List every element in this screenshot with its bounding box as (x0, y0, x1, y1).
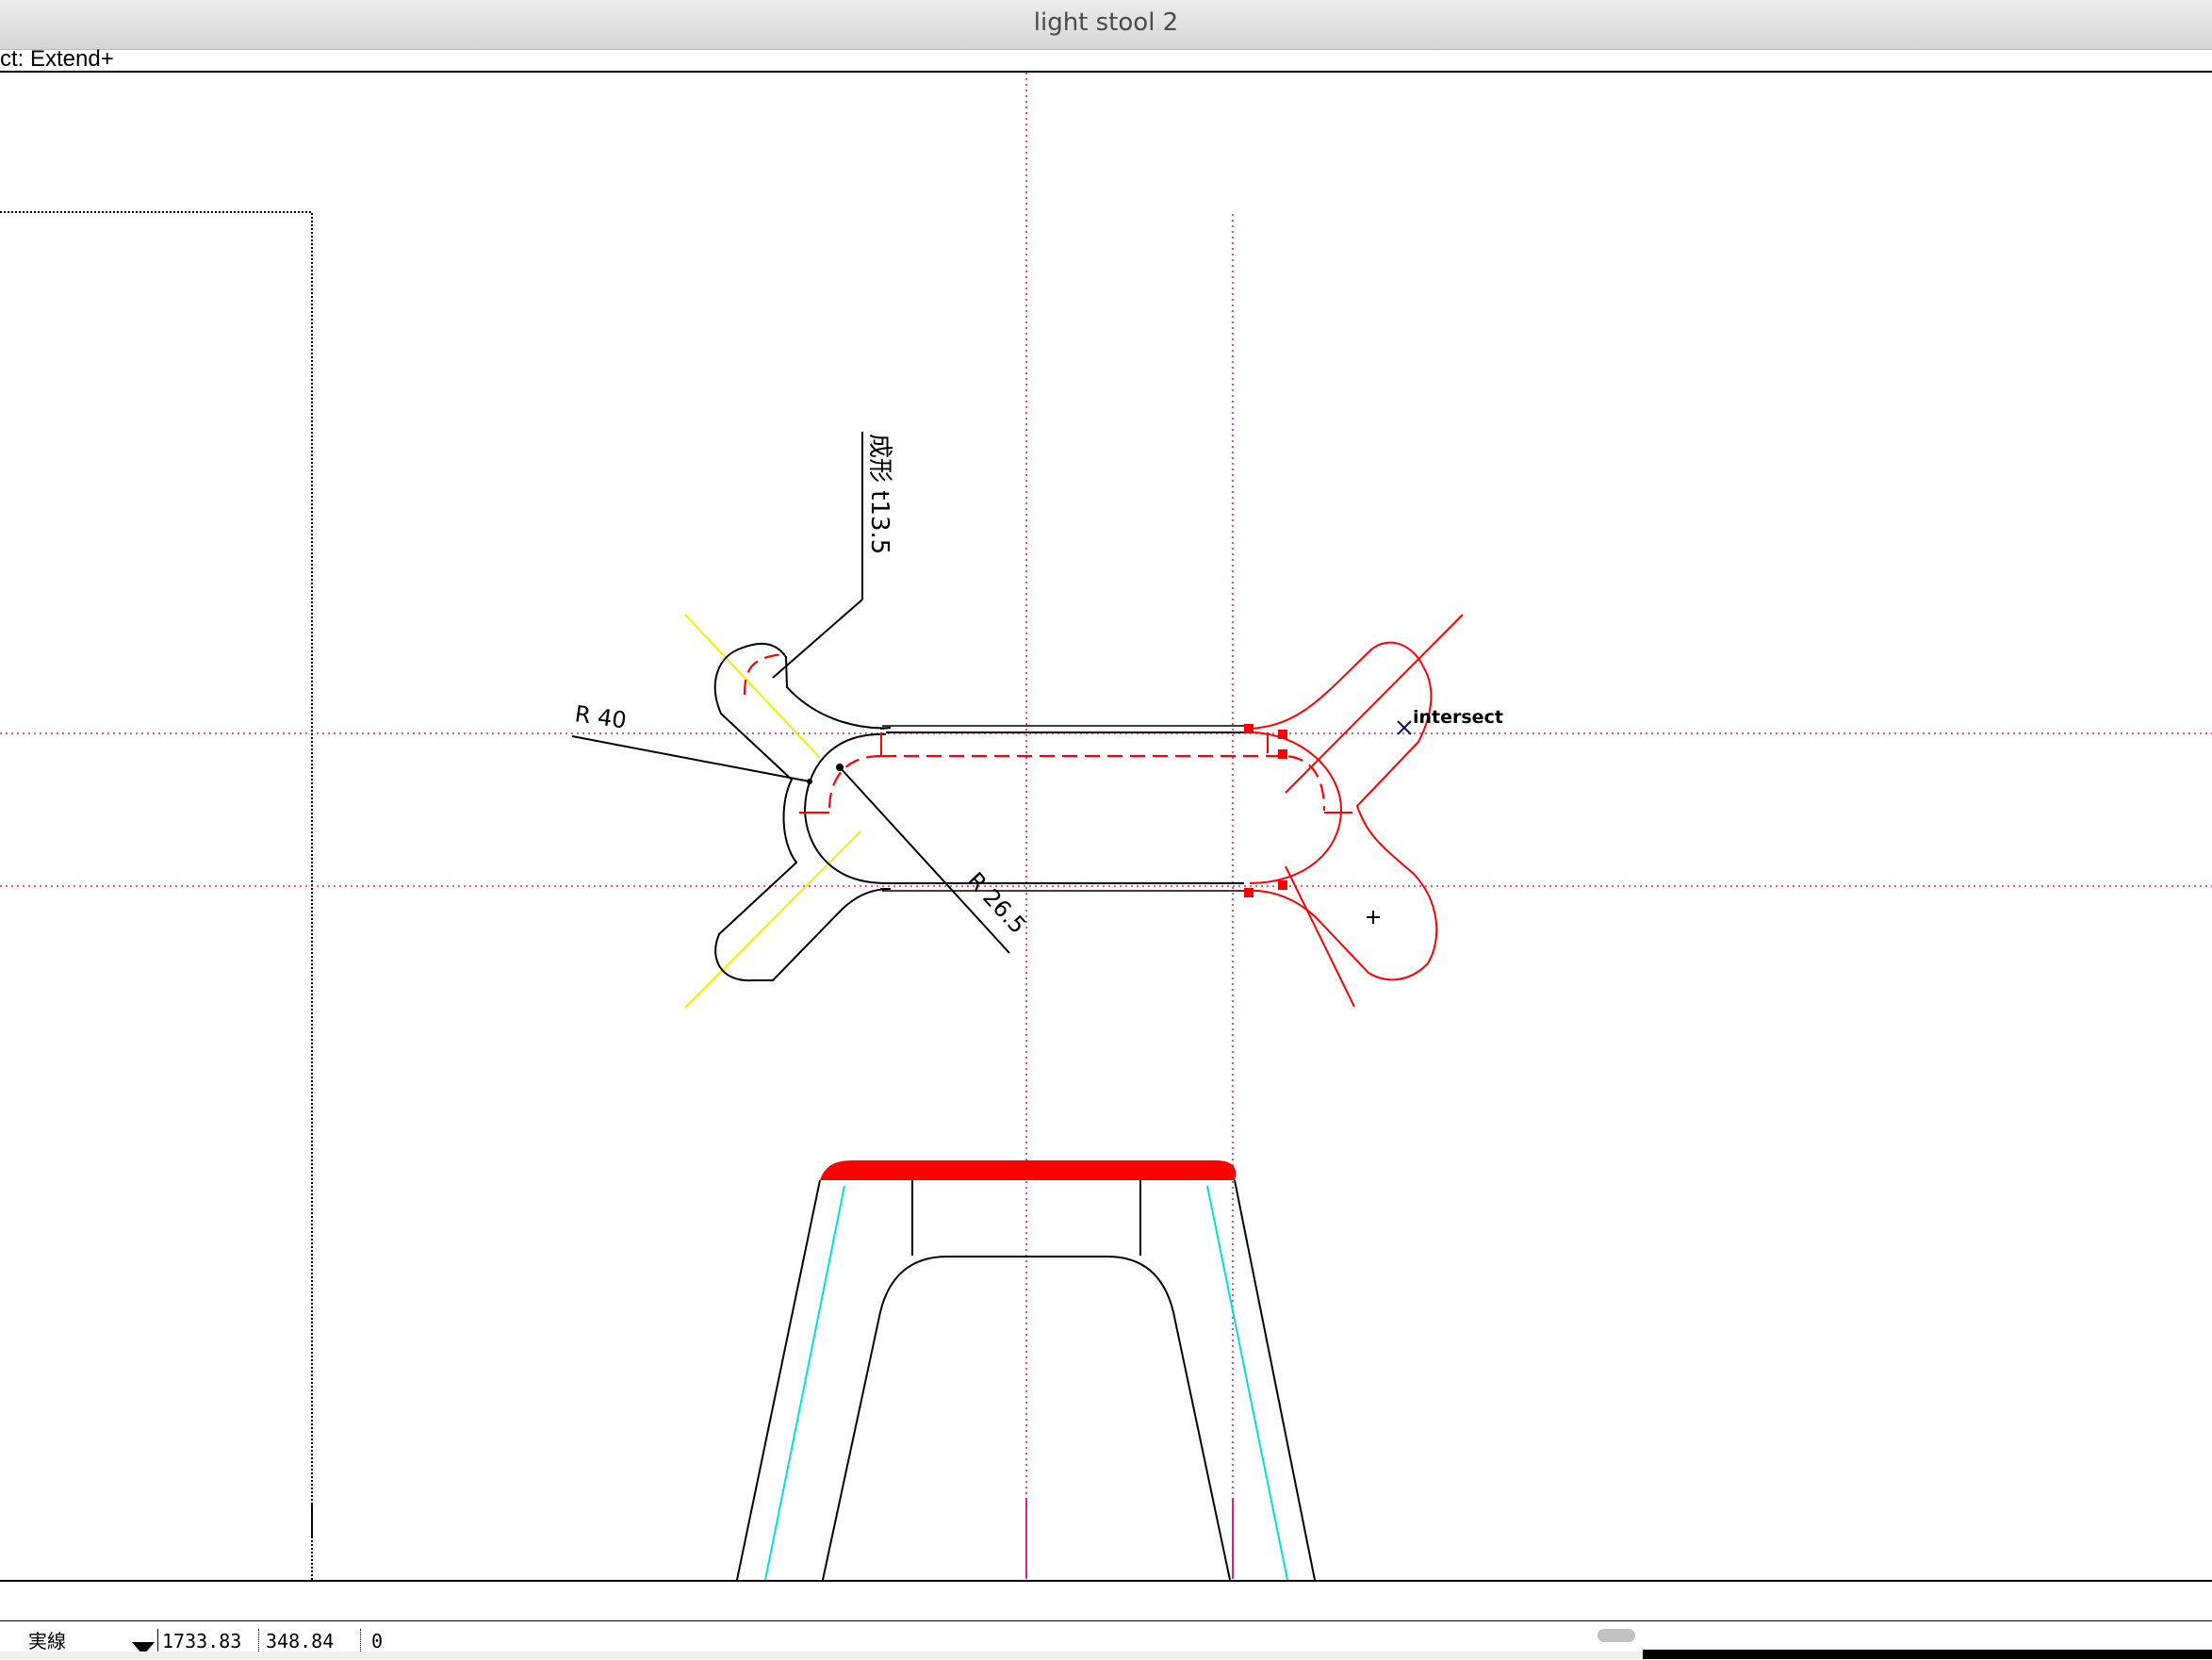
selection-grips[interactable] (1244, 724, 1287, 897)
snap-point-2[interactable] (807, 779, 812, 784)
command-prompt: ct: Extend+ (0, 46, 114, 72)
plan-profile-left[interactable] (713, 642, 1246, 982)
annotation-forming: 成形 t13.5 (865, 434, 893, 554)
cad-drawing[interactable]: 成形 t13.5 R 40 R 26.5 intersect (0, 73, 2212, 1580)
annotation-r26: R 26.5 (962, 867, 1032, 939)
crosshair-cursor-icon (1367, 911, 1380, 924)
snap-hint: intersect (1413, 707, 1503, 728)
window-edge (1643, 1650, 2212, 1659)
command-bar: ct: Extend+ (0, 46, 2212, 73)
sheet-border (0, 211, 313, 1580)
annotation-r40: R 40 (573, 700, 628, 733)
line-type-label: 実線 (28, 1630, 66, 1652)
snap-point[interactable] (836, 764, 844, 771)
drawing-canvas[interactable]: 成形 t13.5 R 40 R 26.5 intersect (0, 73, 2212, 1582)
line-type-select[interactable]: 実線 (0, 1629, 158, 1655)
guide-lines (0, 73, 2212, 1580)
scrollbar-thumb[interactable] (1598, 1629, 1635, 1642)
snap-marker-icon (1397, 720, 1412, 735)
leader-forming-diag (772, 599, 863, 679)
leader-r40 (571, 735, 811, 782)
x-coordinate: 1733.83 (162, 1629, 259, 1653)
y-coordinate: 348.84 (266, 1629, 361, 1653)
plan-profile-right[interactable] (1243, 614, 1464, 1008)
window-title: light stool 2 (1033, 8, 1179, 37)
window-titlebar: light stool 2 (0, 0, 2212, 50)
leader-r26 (839, 766, 1010, 954)
construction-lines (684, 614, 861, 1009)
value-field[interactable]: 0 (371, 1629, 466, 1653)
elevation-seat[interactable] (820, 1160, 1237, 1180)
